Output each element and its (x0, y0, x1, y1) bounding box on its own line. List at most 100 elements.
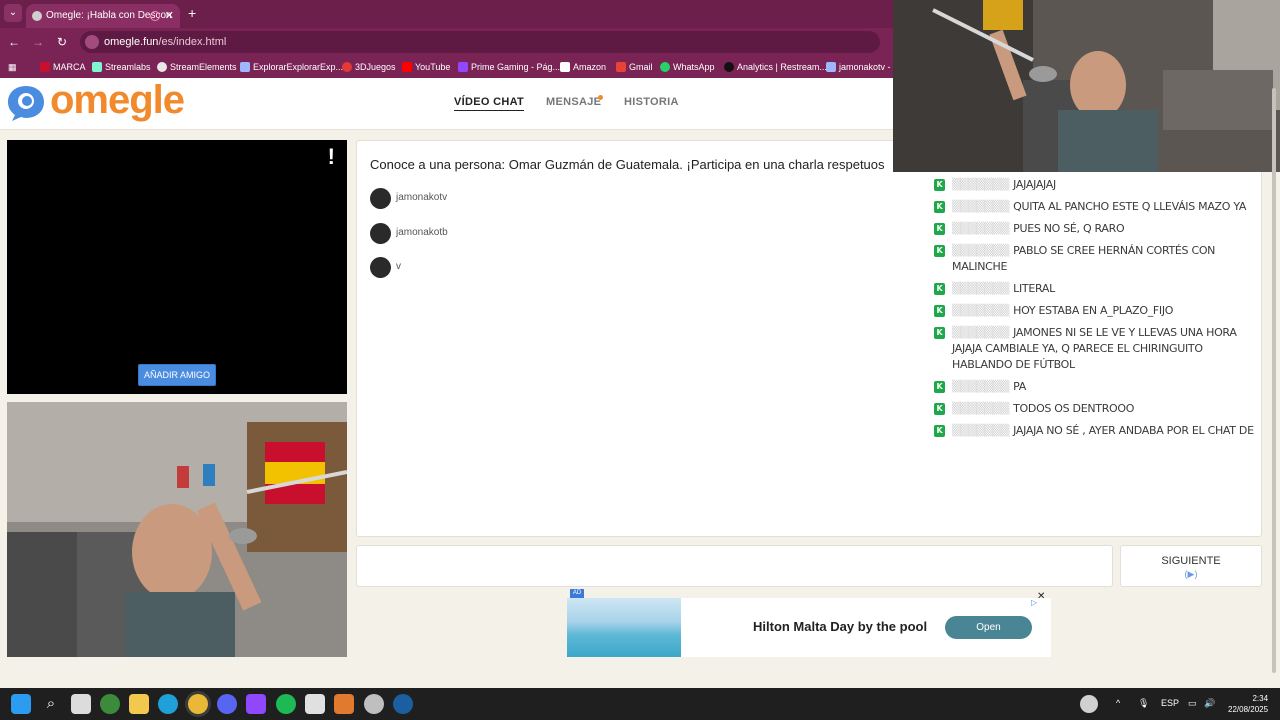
clock-date: 22/08/2025 (1228, 705, 1269, 714)
bookmark-explorar[interactable]: ExplorarExplorarExp... (240, 60, 343, 74)
microphone-icon[interactable]: 🎙 (1138, 698, 1149, 709)
stream-chat-message: K ▒▒▒▒▒▒▒ JAJAJAJAJ (930, 177, 1265, 193)
gmail-icon (616, 62, 626, 72)
report-button[interactable]: ! (328, 144, 335, 170)
next-button[interactable]: SIGUIENTE (▶) (1120, 545, 1262, 587)
notification-dot (598, 95, 603, 100)
bookmark-streamlabs[interactable]: Streamlabs (92, 60, 151, 74)
bookmark-3djuegos[interactable]: 3DJuegos (342, 60, 396, 74)
recording-icon (150, 11, 160, 21)
site-info-icon[interactable] (85, 35, 99, 49)
kick-icon: K (934, 403, 945, 415)
stream-chat-overlay: K ▒▒▒▒▒▒▒ JAJAJAJAJ K ▒▒▒▒▒▒▒ QUITA AL PANCH… (930, 177, 1265, 442)
url-field[interactable]: omegle.fun/es/index.html (80, 31, 880, 53)
kick-icon: K (934, 245, 945, 257)
bookmark-amazon[interactable]: Amazon (560, 60, 606, 74)
ad-title[interactable]: Hilton Malta Day by the pool (753, 619, 927, 634)
apps-grid-icon[interactable]: ▦ (8, 60, 17, 74)
kick-icon: K (934, 201, 945, 213)
discord-icon[interactable] (217, 694, 237, 714)
file-explorer-icon[interactable] (129, 694, 149, 714)
search-icon[interactable]: ⌕ (41, 694, 61, 714)
scrollbar-thumb[interactable] (1272, 88, 1276, 673)
ad-open-button[interactable]: Open (945, 616, 1032, 639)
add-friend-button[interactable]: AÑADIR AMIGO (138, 364, 216, 386)
url-host: omegle.fun (104, 36, 159, 48)
ad-badge: AD (570, 589, 584, 598)
windows-start-icon[interactable] (11, 694, 31, 714)
spotify-icon[interactable] (276, 694, 296, 714)
stream-chat-message: K ▒▒▒▒▒▒▒ QUITA AL PANCHO ESTE Q LLEVÁIS M… (930, 199, 1265, 215)
chat-user-name: v (396, 261, 401, 272)
stream-chat-message: K ▒▒▒▒▒▒▒ TODOS OS DENTROOO (930, 401, 1265, 417)
amazon-icon (560, 62, 570, 72)
kick-icon: K (934, 381, 945, 393)
avatar (370, 257, 391, 278)
bookmark-whatsapp[interactable]: WhatsApp (660, 60, 715, 74)
steam-icon[interactable] (393, 694, 413, 714)
ad-close-icon[interactable]: ✕ (1037, 591, 1045, 602)
ad-image[interactable] (567, 598, 681, 657)
xbox-icon[interactable] (100, 694, 120, 714)
clock-time: 2:34 (1252, 694, 1269, 703)
whatsapp-icon (660, 62, 670, 72)
chrome-icon[interactable] (188, 694, 208, 714)
page-icon (826, 62, 836, 72)
kick-icon: K (934, 425, 945, 437)
ad-banner[interactable]: Hilton Malta Day by the pool Open (567, 598, 1051, 657)
restream-icon (724, 62, 734, 72)
kick-icon: K (934, 179, 945, 191)
reload-icon[interactable]: ↻ (54, 34, 70, 50)
next-button-hint: (▶) (1184, 569, 1198, 579)
app-icon[interactable] (334, 694, 354, 714)
twitch-icon[interactable] (246, 694, 266, 714)
avatar (370, 223, 391, 244)
task-view-icon[interactable] (71, 694, 91, 714)
stream-chat-message: K ▒▒▒▒▒▒▒ HOY ESTABA EN A_PLAZO_FIJO (930, 303, 1265, 319)
kick-icon: K (934, 327, 945, 339)
stream-chat-message: K ▒▒▒▒▒▒▒ LITERAL (930, 281, 1265, 297)
weather-icon[interactable] (1080, 695, 1098, 713)
nav-historia[interactable]: HISTORIA (624, 96, 679, 108)
nav-video-chat[interactable]: VÍDEO CHAT (454, 96, 525, 111)
marca-icon (40, 62, 50, 72)
omegle-logo-icon[interactable] (6, 84, 46, 122)
new-tab-button[interactable]: + (188, 4, 196, 22)
close-tab-icon[interactable]: ✕ (165, 4, 174, 28)
bookmark-youtube[interactable]: YouTube (402, 60, 450, 74)
bookmark-streamelements[interactable]: StreamElements (157, 60, 237, 74)
streamelements-icon (157, 62, 167, 72)
streamer-webcam (893, 0, 1280, 172)
3djuegos-icon (342, 62, 352, 72)
capcut-icon[interactable] (305, 694, 325, 714)
edge-icon[interactable] (158, 694, 178, 714)
obs-icon[interactable] (364, 694, 384, 714)
tab-search-button[interactable]: ⌄ (4, 4, 22, 22)
nav-mensaje[interactable]: MENSAJE (546, 96, 601, 108)
page-scrollbar[interactable] (1270, 78, 1278, 688)
bookmark-analytics[interactable]: Analytics | Restream... (724, 60, 827, 74)
next-button-label: SIGUIENTE (1161, 555, 1221, 567)
browser-tab-omegle[interactable]: Omegle: ¡Habla con Descon ✕ (26, 4, 180, 28)
bookmark-marca[interactable]: MARCA (40, 60, 86, 74)
page-icon (240, 62, 250, 72)
message-input[interactable] (356, 545, 1113, 587)
language-indicator[interactable]: ESP (1161, 698, 1179, 708)
self-video (7, 402, 347, 657)
bookmark-jamonakotv[interactable]: jamonakotv - T (826, 60, 898, 74)
url-path: /es/index.html (158, 36, 227, 48)
chevron-up-icon[interactable]: ^ (1116, 698, 1120, 708)
volume-icon[interactable]: 🔊 (1204, 698, 1215, 709)
taskbar-clock[interactable]: 2:34 22/08/2025 (1228, 693, 1268, 715)
omegle-logo[interactable]: omegle (50, 78, 185, 123)
back-arrow-icon[interactable]: ← (6, 34, 22, 50)
bookmark-gmail[interactable]: Gmail (616, 60, 653, 74)
bookmark-prime-gaming[interactable]: Prime Gaming - Pág... (458, 60, 560, 74)
chat-user-name: jamonakotv (396, 192, 448, 203)
forward-arrow-icon[interactable]: → (30, 34, 46, 50)
avatar (370, 188, 391, 209)
windows-taskbar: ⌕ ^ 🎙 ESP ▭ 🔊 2:34 22/08/2025 (0, 688, 1280, 720)
stream-chat-message: K ▒▒▒▒▒▒▒ JAJAJA NO SÉ , AYER ANDABA POR E… (930, 423, 1265, 442)
stream-chat-message: K ▒▒▒▒▒▒▒ JAMONES NI SE LE VE Y LLEVAS UNA… (930, 325, 1265, 373)
network-icon[interactable]: ▭ (1188, 698, 1197, 709)
